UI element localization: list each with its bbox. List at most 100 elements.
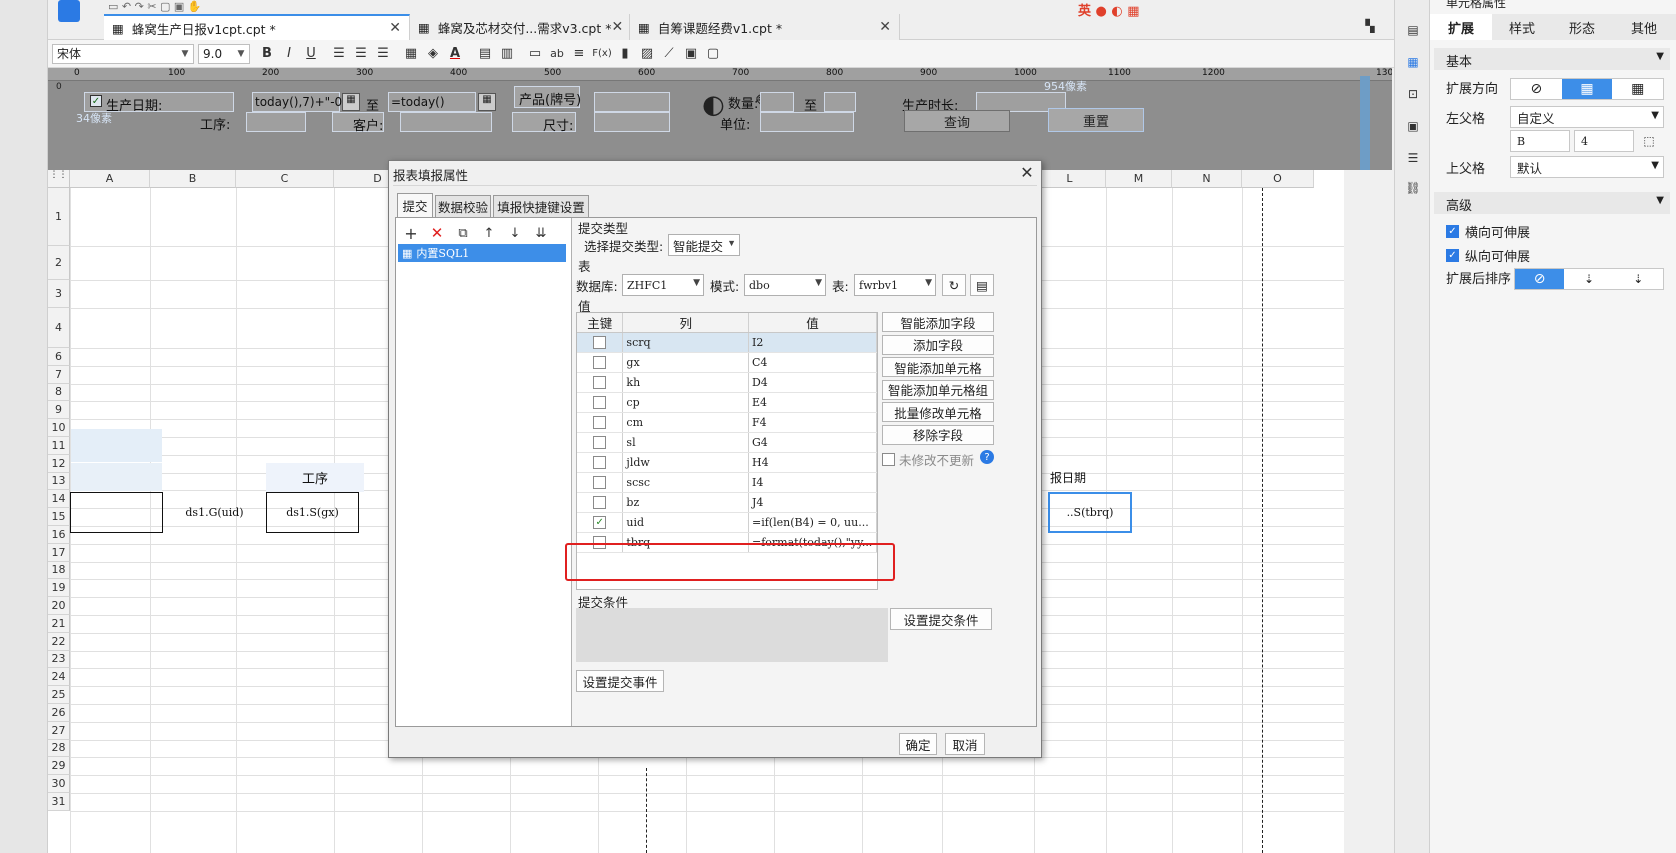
column-name-cell[interactable]: bz	[622, 492, 749, 513]
value-cell[interactable]: =if(len(B4) = 0, uu...	[748, 512, 877, 533]
preview-icon[interactable]: ▤	[970, 274, 994, 296]
horizontal-expand-icon[interactable]: ▦	[1612, 79, 1663, 99]
row-header[interactable]: 2	[48, 246, 70, 280]
size-field[interactable]	[594, 112, 670, 132]
cell-C3[interactable]: 工序	[266, 463, 364, 492]
tab-expand[interactable]: 扩展	[1430, 14, 1492, 40]
primary-key-cell[interactable]	[577, 412, 624, 433]
tab-style[interactable]: 样式	[1492, 14, 1552, 40]
value-cell[interactable]: I4	[748, 472, 877, 493]
underline-button[interactable]: U	[300, 43, 322, 65]
primary-key-cell[interactable]	[577, 332, 624, 353]
sort-descending-icon[interactable]: ⇣	[1614, 269, 1663, 289]
cell-A2-selected[interactable]	[71, 429, 162, 462]
submit-type-select[interactable]: 智能提交 ▼	[668, 234, 740, 256]
column-header[interactable]: N	[1172, 170, 1242, 188]
column-name-cell[interactable]: scsc	[622, 472, 749, 493]
column-name-cell[interactable]: scrq	[622, 332, 749, 353]
row-header[interactable]: 9	[48, 401, 70, 420]
column-header[interactable]: C	[236, 170, 334, 188]
image-icon[interactable]: ▨	[636, 43, 658, 65]
row-header[interactable]: 1	[48, 188, 70, 246]
row-header[interactable]: 22	[48, 632, 70, 651]
slash-icon[interactable]: ⟋	[658, 43, 680, 65]
check-icon[interactable]: ✓	[1446, 249, 1459, 262]
link-icon[interactable]: ⛓	[1403, 178, 1423, 198]
row-header[interactable]: 15	[48, 508, 70, 526]
ok-button[interactable]: 确定	[899, 733, 937, 755]
scroll-indicator[interactable]	[1360, 76, 1370, 170]
move-up-icon[interactable]: ↑	[478, 222, 500, 244]
value-cell[interactable]: I2	[748, 332, 877, 353]
batch-modify-cell-button[interactable]: 批量修改单元格	[882, 402, 994, 422]
cell-K3[interactable]: 报日期	[1050, 463, 1130, 492]
schema-select[interactable]: dbo ▼	[744, 274, 826, 296]
delete-icon[interactable]: ✕	[426, 222, 448, 244]
column-name-cell[interactable]: cp	[622, 392, 749, 413]
sort-ascending-icon[interactable]: ⇣	[1564, 269, 1613, 289]
checkbox-icon[interactable]	[593, 336, 607, 350]
table-row[interactable]: scrq I2	[577, 332, 877, 353]
row-header[interactable]: 14	[48, 490, 70, 509]
condition-area[interactable]	[576, 608, 888, 662]
date-from-field[interactable]: today(),7)+"-01"	[252, 92, 355, 112]
qty-from-field[interactable]	[760, 92, 794, 112]
table-row[interactable]: ✓ uid =if(len(B4) = 0, uu...	[577, 512, 877, 533]
row-header[interactable]: 17	[48, 543, 70, 562]
checkbox-icon[interactable]	[593, 476, 607, 490]
table-row[interactable]: cp E4	[577, 392, 877, 413]
row-header[interactable]: 30	[48, 775, 70, 793]
align-center-icon[interactable]: ☰	[350, 43, 372, 65]
value-cell[interactable]: H4	[748, 452, 877, 473]
close-icon[interactable]: ✕	[879, 19, 891, 35]
qty-to-field[interactable]	[824, 92, 856, 112]
left-parent-column[interactable]: B	[1510, 130, 1570, 152]
checkbox-icon[interactable]	[593, 496, 607, 510]
no-expand-icon[interactable]: ⊘	[1511, 79, 1562, 99]
formula-icon[interactable]: F(x)	[590, 43, 614, 65]
bold-button[interactable]: B	[256, 43, 278, 65]
value-cell[interactable]: E4	[748, 392, 877, 413]
process-field[interactable]	[246, 112, 306, 132]
h-expand-checkbox[interactable]: ✓ 横向可伸展	[1446, 222, 1530, 241]
value-cell[interactable]: J4	[748, 492, 877, 513]
set-submit-condition-button[interactable]: 设置提交条件	[890, 608, 992, 630]
smart-add-cell-button[interactable]: 智能添加单元格	[882, 357, 994, 377]
help-icon[interactable]: ?	[980, 450, 994, 464]
chart-icon[interactable]: ▮	[614, 43, 636, 65]
tab-data-validation[interactable]: 数据校验	[435, 195, 491, 217]
tab-doc-3[interactable]: ▦ 自筹课题经费v1.cpt * ✕	[630, 14, 900, 40]
sort-icon[interactable]: ⇊	[530, 222, 552, 244]
close-icon[interactable]: ✕	[389, 20, 401, 36]
text-field-icon[interactable]: ▭	[524, 43, 546, 65]
paragraph-icon[interactable]: ≡	[568, 43, 590, 65]
primary-key-cell[interactable]	[577, 432, 624, 453]
text-icon[interactable]: ab	[546, 43, 568, 65]
primary-key-cell[interactable]: ✓	[577, 512, 624, 533]
value-cell[interactable]: F4	[748, 412, 877, 433]
merge-cell-icon[interactable]: ▤	[474, 43, 496, 65]
widget-icon[interactable]: ▢	[702, 43, 724, 65]
set-submit-event-button[interactable]: 设置提交事件	[576, 670, 664, 692]
row-header[interactable]: 31	[48, 793, 70, 811]
primary-key-cell[interactable]	[577, 352, 624, 373]
section-basic[interactable]: 基本 ▼	[1434, 48, 1670, 70]
calendar-icon[interactable]: ▦	[342, 93, 360, 111]
table-select[interactable]: fwrbv1 ▼	[854, 274, 936, 296]
row-header[interactable]: 6	[48, 348, 70, 366]
smart-add-cell-group-button[interactable]: 智能添加单元格组	[882, 379, 994, 400]
customer-field[interactable]	[400, 112, 492, 132]
primary-key-cell[interactable]	[577, 472, 624, 493]
row-header[interactable]: 27	[48, 721, 70, 740]
frame-icon[interactable]: ⊡	[1403, 84, 1423, 104]
checkbox-icon[interactable]	[593, 456, 607, 470]
tab-shortcut-settings[interactable]: 填报快捷键设置	[493, 195, 589, 217]
table-row[interactable]: sl G4	[577, 432, 877, 453]
condition-icon[interactable]: ☰	[1403, 148, 1423, 168]
header-column[interactable]: 列	[622, 313, 749, 333]
font-family-select[interactable]: 宋体 ▼	[52, 43, 194, 64]
checkbox-icon[interactable]: ✓	[90, 95, 102, 107]
primary-key-cell[interactable]	[577, 452, 624, 473]
calendar-icon[interactable]: ▦	[478, 93, 496, 111]
tab-form[interactable]: 形态	[1552, 14, 1612, 40]
